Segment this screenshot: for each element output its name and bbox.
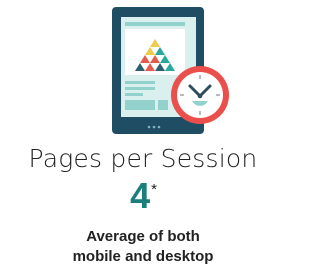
pages-per-session-illustration [0, 0, 286, 140]
tablet-clock-graphic [112, 7, 229, 134]
clock-icon [171, 66, 229, 124]
caption-line-1: Average of both [86, 228, 200, 245]
metric-title: Pages per Session [28, 144, 258, 173]
metric-value: 4 [130, 175, 151, 216]
footnote-mark: * [151, 181, 157, 198]
caption-line-2: mobile and desktop [72, 248, 214, 265]
metric-figure: 4* [0, 176, 286, 224]
metric-caption: Average of both mobile and desktop [0, 227, 286, 267]
